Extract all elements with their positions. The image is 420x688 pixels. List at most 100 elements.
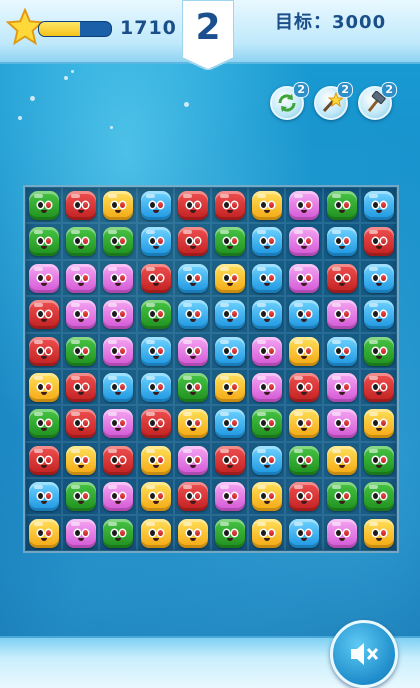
board-cell[interactable] — [322, 441, 360, 479]
board-cell[interactable] — [136, 187, 174, 224]
board-cell[interactable] — [173, 223, 211, 260]
board-cell[interactable] — [248, 187, 286, 224]
board-cell[interactable] — [322, 368, 360, 406]
yellow-blob-tile[interactable] — [214, 263, 245, 293]
blue-blob-tile[interactable] — [177, 263, 208, 293]
green-blob-tile[interactable] — [363, 482, 394, 512]
board-cell[interactable] — [136, 514, 174, 551]
pink-blob-tile[interactable] — [103, 336, 134, 366]
yellow-blob-tile[interactable] — [103, 191, 134, 220]
pink-blob-tile[interactable] — [289, 191, 320, 220]
yellow-blob-tile[interactable] — [29, 372, 59, 402]
red-blob-tile[interactable] — [103, 445, 134, 475]
board-cell[interactable] — [285, 478, 323, 515]
board-cell[interactable] — [25, 441, 63, 479]
board-cell[interactable] — [99, 187, 137, 224]
yellow-blob-tile[interactable] — [140, 518, 171, 548]
board-cell[interactable] — [136, 223, 174, 260]
board-cell[interactable] — [210, 259, 249, 297]
board-cell[interactable] — [173, 368, 211, 406]
green-blob-tile[interactable] — [103, 227, 134, 257]
pink-blob-tile[interactable] — [29, 263, 59, 293]
green-blob-tile[interactable] — [29, 227, 59, 257]
board-cell[interactable] — [99, 332, 137, 369]
board-cell[interactable] — [99, 223, 137, 260]
board-cell[interactable] — [359, 296, 397, 333]
blue-blob-tile[interactable] — [29, 482, 59, 512]
board-cell[interactable] — [25, 368, 63, 406]
pink-blob-tile[interactable] — [103, 482, 134, 512]
board-cell[interactable] — [285, 368, 323, 406]
board-cell[interactable] — [210, 514, 249, 551]
yellow-blob-tile[interactable] — [140, 482, 171, 512]
blue-blob-tile[interactable] — [363, 263, 394, 293]
board-cell[interactable] — [25, 296, 63, 333]
pink-blob-tile[interactable] — [177, 336, 208, 366]
board-cell[interactable] — [62, 405, 100, 442]
board-cell[interactable] — [25, 223, 63, 260]
board-cell[interactable] — [25, 514, 63, 551]
pink-blob-tile[interactable] — [177, 445, 208, 475]
tool-refresh-button[interactable]: 2 — [270, 82, 309, 120]
green-blob-tile[interactable] — [326, 191, 357, 220]
blue-blob-tile[interactable] — [140, 191, 171, 220]
pink-blob-tile[interactable] — [66, 518, 97, 548]
board-cell[interactable] — [99, 296, 137, 333]
green-blob-tile[interactable] — [140, 300, 171, 330]
green-blob-tile[interactable] — [252, 409, 283, 439]
yellow-blob-tile[interactable] — [363, 409, 394, 439]
board-cell[interactable] — [62, 441, 100, 479]
board-cell[interactable] — [173, 405, 211, 442]
yellow-blob-tile[interactable] — [177, 518, 208, 548]
blue-blob-tile[interactable] — [252, 227, 283, 257]
green-blob-tile[interactable] — [66, 336, 97, 366]
pink-blob-tile[interactable] — [289, 263, 320, 293]
tool-magic-wand-button[interactable]: 2 — [314, 82, 353, 120]
red-blob-tile[interactable] — [326, 263, 357, 293]
board-cell[interactable] — [322, 514, 360, 551]
board-cell[interactable] — [285, 514, 323, 551]
pink-blob-tile[interactable] — [103, 263, 134, 293]
blue-blob-tile[interactable] — [289, 518, 320, 548]
board-cell[interactable] — [359, 332, 397, 369]
pink-blob-tile[interactable] — [214, 482, 245, 512]
board-cell[interactable] — [248, 296, 286, 333]
board-cell[interactable] — [210, 441, 249, 479]
board-cell[interactable] — [210, 332, 249, 369]
red-blob-tile[interactable] — [363, 227, 394, 257]
blue-blob-tile[interactable] — [252, 300, 283, 330]
board-cell[interactable] — [248, 441, 286, 479]
pink-blob-tile[interactable] — [326, 409, 357, 439]
board-cell[interactable] — [285, 441, 323, 479]
board-cell[interactable] — [62, 259, 100, 297]
blue-blob-tile[interactable] — [214, 409, 245, 439]
yellow-blob-tile[interactable] — [66, 445, 97, 475]
yellow-blob-tile[interactable] — [252, 482, 283, 512]
board-cell[interactable] — [285, 405, 323, 442]
board-cell[interactable] — [25, 478, 63, 515]
board-cell[interactable] — [248, 259, 286, 297]
green-blob-tile[interactable] — [326, 482, 357, 512]
blue-blob-tile[interactable] — [177, 300, 208, 330]
board-cell[interactable] — [210, 405, 249, 442]
blue-blob-tile[interactable] — [289, 300, 320, 330]
red-blob-tile[interactable] — [29, 336, 59, 366]
board-cell[interactable] — [136, 296, 174, 333]
board-cell[interactable] — [248, 368, 286, 406]
green-blob-tile[interactable] — [29, 191, 59, 220]
red-blob-tile[interactable] — [66, 372, 97, 402]
red-blob-tile[interactable] — [214, 445, 245, 475]
board-cell[interactable] — [62, 514, 100, 551]
green-blob-tile[interactable] — [66, 482, 97, 512]
yellow-blob-tile[interactable] — [252, 191, 283, 220]
board-cell[interactable] — [136, 368, 174, 406]
board-cell[interactable] — [136, 405, 174, 442]
board-cell[interactable] — [322, 259, 360, 297]
board-cell[interactable] — [322, 187, 360, 224]
board-cell[interactable] — [359, 259, 397, 297]
tool-hammer-button[interactable]: 2 — [358, 82, 397, 120]
sound-toggle-button[interactable] — [330, 620, 398, 688]
board-cell[interactable] — [322, 223, 360, 260]
red-blob-tile[interactable] — [177, 227, 208, 257]
board-cell[interactable] — [248, 223, 286, 260]
